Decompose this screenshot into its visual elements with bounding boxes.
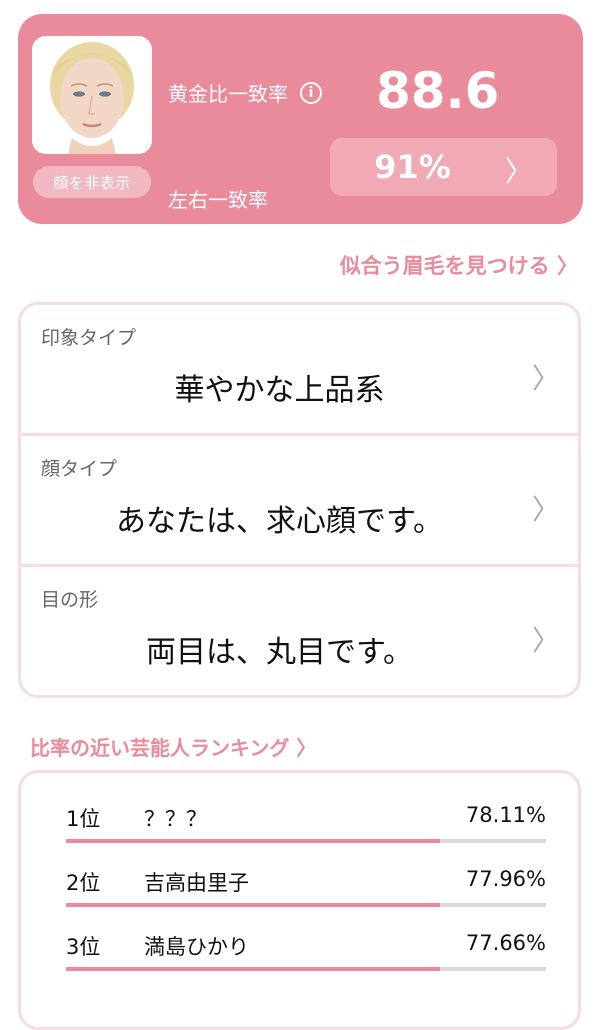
symmetry-button[interactable]: 91% 〉 [330,138,557,196]
rank-position: 3位 [66,935,101,959]
match-bar-fill [66,967,441,971]
row-value: あなたは、求心顔です。 [116,504,443,539]
match-bar-fill [66,903,441,907]
face-photo[interactable] [32,36,152,154]
celebrity-name: ？？？ [144,807,207,831]
rank-position: 2位 [66,871,101,895]
chevron-right-icon: 〉 [504,155,533,188]
symmetry-value: 91% [374,148,451,186]
chevron-right-icon: 〉 [531,493,560,526]
ranking-card: 1位 ？？？ 78.11% 2位 吉高由里子 77.96% 3位 満島ひかり 7… [18,770,581,1030]
match-bar-fill [66,839,441,843]
info-icon[interactable]: i [300,81,322,104]
chevron-right-icon: 〉 [531,624,560,657]
match-bar [66,967,546,971]
row-value: 両目は、丸目です。 [146,635,413,670]
celebrity-name: 吉高由里子 [144,871,249,895]
row-label: 顔タイプ [41,458,118,480]
hide-face-button[interactable]: 顔を非表示 [33,166,151,198]
analysis-card: 印象タイプ 華やかな上品系 〉 顔タイプ あなたは、求心顔です。 〉 目の形 両… [18,302,581,698]
eye-shape-row[interactable]: 目の形 両目は、丸目です。 〉 [21,567,578,695]
face-type-row[interactable]: 顔タイプ あなたは、求心顔です。 〉 [21,436,578,567]
celebrity-name: 満島ひかり [144,935,249,959]
ranking-row[interactable]: 1位 ？？？ 78.11% [66,785,546,845]
impression-type-row[interactable]: 印象タイプ 華やかな上品系 〉 [21,305,578,436]
golden-ratio-value: 88.6 [376,62,500,120]
golden-ratio-label: 黄金比一致率 i [168,78,322,107]
score-card: 顔を非表示 黄金比一致率 i 88.6 左右一致率 91% 〉 [18,14,583,224]
row-label: 目の形 [41,589,99,611]
celebrity-ranking-link[interactable]: 比率の近い芸能人ランキング 〉 [30,732,316,761]
chevron-right-icon: 〉 [531,362,560,395]
find-eyebrows-link[interactable]: 似合う眉毛を見つける 〉 [340,250,578,280]
rank-position: 1位 [66,807,101,831]
golden-ratio-label-text: 黄金比一致率 [168,82,288,106]
symmetry-label: 左右一致率 [168,188,268,212]
match-percent: 78.11% [465,803,546,827]
match-bar [66,903,546,907]
row-value: 華やかな上品系 [174,373,385,408]
match-percent: 77.96% [465,867,546,891]
match-percent: 77.66% [465,931,546,955]
ranking-row[interactable]: 3位 満島ひかり 77.66% [66,913,546,973]
match-bar [66,839,546,843]
face-image [32,36,152,154]
ranking-row[interactable]: 2位 吉高由里子 77.96% [66,849,546,909]
row-label: 印象タイプ [41,327,137,349]
